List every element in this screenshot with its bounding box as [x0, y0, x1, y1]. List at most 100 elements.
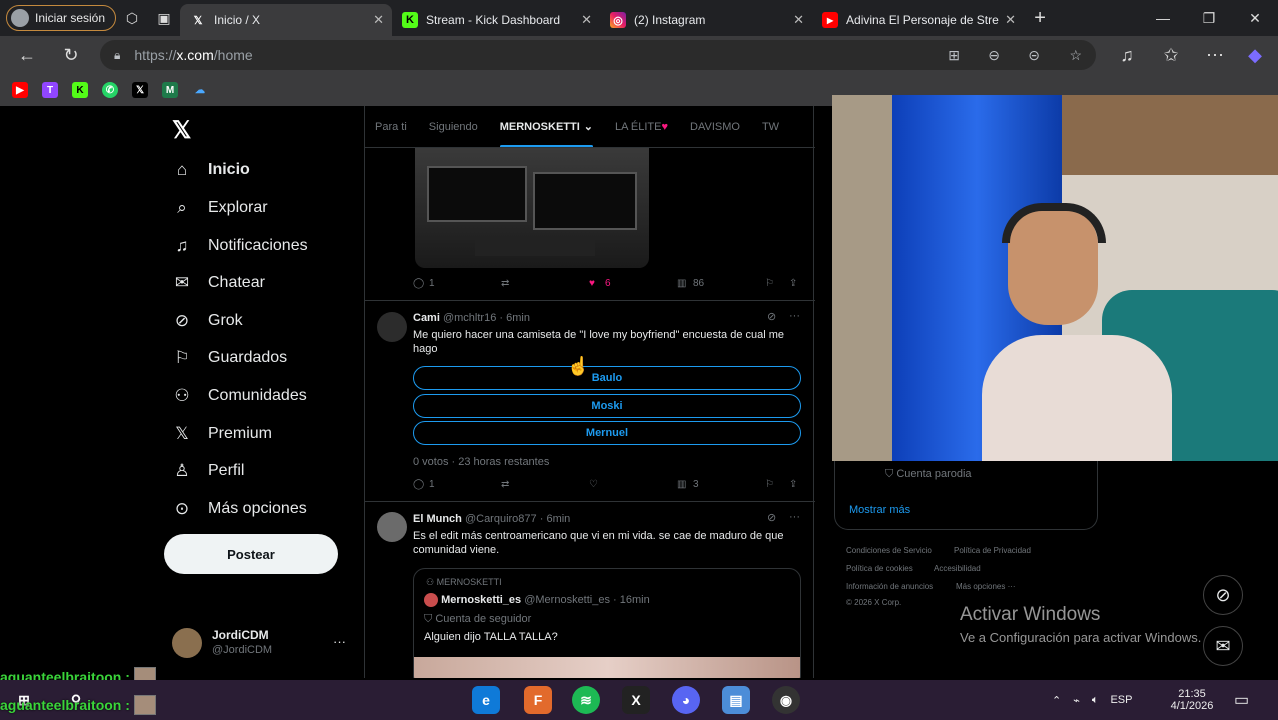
- author-name[interactable]: Cami: [413, 312, 440, 324]
- fl-studio-icon[interactable]: F: [524, 686, 552, 714]
- footer-link[interactable]: Política de Privacidad: [954, 546, 1031, 555]
- post-button[interactable]: Postear: [164, 534, 338, 574]
- notification-icon[interactable]: ▭: [1234, 680, 1249, 720]
- tab-inicio-x[interactable]: 𝕏 Inicio / X ✕: [180, 4, 393, 36]
- tab-siguiendo[interactable]: Siguiendo: [429, 106, 478, 147]
- youtube-bookmark-icon[interactable]: ▶: [12, 82, 28, 98]
- author-handle[interactable]: @Carquiro877: [465, 513, 537, 525]
- tab-davismo[interactable]: DAVISMO: [690, 106, 740, 147]
- twitch-bookmark-icon[interactable]: T: [42, 82, 58, 98]
- footer-link[interactable]: Más opciones ···: [956, 582, 1016, 591]
- tab-para-ti[interactable]: Para ti: [375, 106, 407, 147]
- post-media-image[interactable]: [415, 148, 649, 268]
- reply-icon[interactable]: ◯: [413, 479, 424, 490]
- author-name[interactable]: El Munch: [413, 513, 462, 525]
- whatsapp-bookmark-icon[interactable]: ✆: [102, 82, 118, 98]
- account-switcher[interactable]: JordiCDM @JordiCDM ···: [172, 626, 352, 662]
- reply-icon[interactable]: ◯: [413, 278, 424, 289]
- x-logo-icon[interactable]: 𝕏: [172, 116, 191, 145]
- views-icon[interactable]: ▥: [677, 278, 686, 289]
- avatar[interactable]: [377, 512, 407, 542]
- share-icon[interactable]: ⇪: [789, 479, 797, 490]
- nav-item-guardados[interactable]: ⚐ Guardados: [172, 343, 287, 373]
- sheet-bookmark-icon[interactable]: M: [162, 82, 178, 98]
- workspaces-icon[interactable]: ⬡: [116, 2, 148, 34]
- quoted-tweet[interactable]: ⚇ MERNOSKETTI Mernosketti_es @Mernoskett…: [413, 568, 801, 678]
- copilot-icon[interactable]: ◆: [1244, 44, 1266, 66]
- nav-item-comunidades[interactable]: ⚇ Comunidades: [172, 381, 306, 411]
- favorite-star-icon[interactable]: ☆: [1069, 47, 1082, 64]
- more-page-icon[interactable]: ⊝: [1028, 47, 1040, 64]
- cloud-bookmark-icon[interactable]: ☁: [192, 82, 208, 98]
- like-icon[interactable]: ♥: [589, 278, 595, 289]
- edge-icon[interactable]: e: [472, 686, 500, 714]
- grok-icon[interactable]: ⊘: [767, 511, 776, 524]
- close-icon[interactable]: ✕: [373, 12, 384, 28]
- app-grid-icon[interactable]: ⊞: [948, 47, 960, 64]
- chevron-up-icon[interactable]: ⌃: [1052, 694, 1061, 707]
- back-arrow-icon[interactable]: ←: [16, 44, 38, 66]
- grok-icon[interactable]: ⊘: [767, 310, 776, 323]
- close-icon[interactable]: ✕: [1005, 12, 1016, 28]
- views-icon[interactable]: ▥: [677, 479, 686, 490]
- spotify-icon[interactable]: ≋: [572, 686, 600, 714]
- nav-item-inicio[interactable]: ⌂ Inicio: [172, 155, 250, 185]
- bookmark-icon[interactable]: ⚐: [765, 278, 774, 289]
- avatar[interactable]: [377, 312, 407, 342]
- network-icon[interactable]: ⌁: [1073, 694, 1080, 707]
- new-tab-icon[interactable]: +: [1024, 2, 1056, 34]
- messages-float-button[interactable]: ✉: [1203, 626, 1243, 666]
- footer-link[interactable]: Política de cookies: [846, 564, 913, 573]
- minimize-icon[interactable]: —: [1140, 0, 1186, 36]
- restore-icon[interactable]: ❐: [1186, 0, 1232, 36]
- volume-icon[interactable]: 🔈︎: [1092, 694, 1099, 707]
- like-icon[interactable]: ♡: [589, 479, 598, 490]
- nav-item-mas-opciones[interactable]: ⊙ Más opciones: [172, 494, 307, 524]
- notepad-icon[interactable]: ▤: [722, 686, 750, 714]
- window-close-icon[interactable]: ✕: [1232, 0, 1278, 36]
- refresh-icon[interactable]: ↻: [60, 44, 82, 66]
- xsplit-icon[interactable]: X: [622, 686, 650, 714]
- more-dots-icon[interactable]: ···: [333, 634, 346, 649]
- grok-float-button[interactable]: ⊘: [1203, 575, 1243, 615]
- author-handle[interactable]: @mchltr16: [443, 312, 496, 324]
- url-input[interactable]: 🔒︎ https:// x.com /home ⊞ ⊖ ⊝ ☆: [100, 40, 1096, 70]
- extension-icon[interactable]: ♫: [1116, 44, 1138, 66]
- obs-icon[interactable]: ◉: [772, 686, 800, 714]
- more-dots-icon[interactable]: ···: [789, 511, 800, 523]
- quote-media-image[interactable]: [414, 657, 800, 678]
- tab-instagram[interactable]: ◎ (2) Instagram ✕: [600, 4, 812, 36]
- close-icon[interactable]: ✕: [793, 12, 804, 28]
- zoom-icon[interactable]: ⊖: [988, 47, 1000, 64]
- favorites-icon[interactable]: ✩: [1160, 44, 1182, 66]
- kick-bookmark-icon[interactable]: K: [72, 82, 88, 98]
- close-icon[interactable]: ✕: [581, 12, 592, 28]
- poll-option-baulo[interactable]: Baulo: [413, 366, 801, 390]
- share-icon[interactable]: ⇪: [789, 278, 797, 289]
- profile-button[interactable]: Iniciar sesión: [6, 5, 117, 31]
- language-indicator[interactable]: ESP: [1110, 694, 1132, 706]
- repost-icon[interactable]: ⇄: [501, 479, 509, 490]
- nav-item-grok[interactable]: ⊘ Grok: [172, 306, 243, 336]
- more-dots-icon[interactable]: ···: [789, 310, 800, 322]
- tab-actions-icon[interactable]: ▣: [148, 2, 180, 34]
- bookmark-icon[interactable]: ⚐: [765, 479, 774, 490]
- tab-la-elite[interactable]: LA ÉLITE ♥: [615, 106, 668, 147]
- tab-kick-dashboard[interactable]: K Stream - Kick Dashboard ✕: [392, 4, 600, 36]
- discord-icon[interactable]: ◕: [672, 686, 700, 714]
- nav-item-notificaciones[interactable]: ♫ Notificaciones: [172, 231, 308, 261]
- show-more-link[interactable]: Mostrar más: [849, 504, 910, 516]
- tab-mernosketti[interactable]: MERNOSKETTI ⌄: [499, 106, 594, 147]
- footer-link[interactable]: Información de anuncios: [846, 582, 933, 591]
- nav-item-premium[interactable]: 𝕏 Premium: [172, 419, 272, 449]
- footer-link[interactable]: Condiciones de Servicio: [846, 546, 932, 555]
- settings-more-icon[interactable]: ⋯: [1204, 44, 1226, 66]
- footer-link[interactable]: Accesibilidad: [934, 564, 981, 573]
- tab-youtube[interactable]: ▶ Adivina El Personaje de Stre ✕: [812, 4, 1024, 36]
- poll-option-mernuel[interactable]: Mernuel: [413, 421, 801, 445]
- nav-item-explorar[interactable]: ⌕ Explorar: [172, 193, 267, 223]
- repost-icon[interactable]: ⇄: [501, 278, 509, 289]
- clock[interactable]: 21:35 4/1/2026: [1162, 680, 1222, 720]
- tab-tw[interactable]: TW: [762, 106, 779, 147]
- poll-option-moski[interactable]: Moski: [413, 394, 801, 418]
